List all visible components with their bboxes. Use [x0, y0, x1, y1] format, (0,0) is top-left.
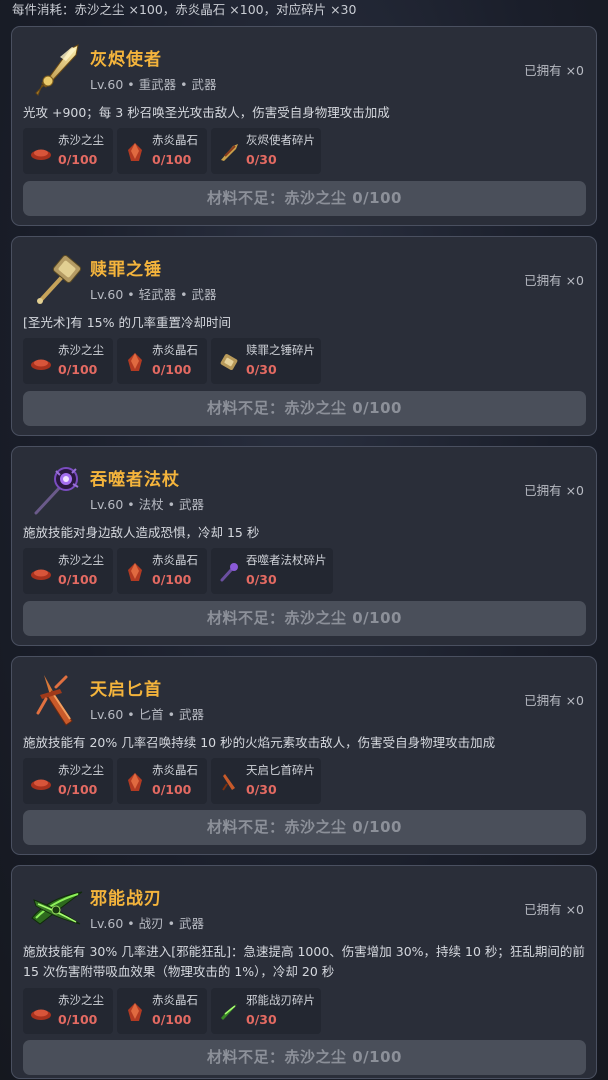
material-item: 吞噬者法杖碎片 0/30: [211, 548, 333, 594]
weapon-description: 施放技能对身边敌人造成恐惧，冷却 15 秒: [23, 525, 260, 540]
owned-count: 已拥有 ×0: [524, 693, 584, 708]
materials-row: 赤沙之尘 0/100 赤炎晶石 0/100 吞噬者法杖碎片 0/30: [23, 548, 333, 594]
red-sand-icon: [29, 140, 53, 164]
owned-count: 已拥有 ×0: [524, 902, 584, 917]
material-item: 赤炎晶石 0/100: [117, 128, 207, 174]
materials-row: 赤沙之尘 0/100 赤炎晶石 0/100 天启匕首碎片 0/30: [23, 758, 321, 804]
material-item: 灰烬使者碎片 0/30: [211, 128, 321, 174]
material-item: 邪能战刃碎片 0/30: [211, 988, 321, 1034]
warglaive-shard-icon: [217, 1000, 241, 1024]
red-sand-icon: [29, 350, 53, 374]
material-item: 赤炎晶石 0/100: [117, 548, 207, 594]
red-crystal-icon: [123, 350, 147, 374]
red-crystal-icon: [123, 140, 147, 164]
material-item: 赤沙之尘 0/100: [23, 338, 113, 384]
red-crystal-icon: [123, 770, 147, 794]
material-item: 赎罪之锤碎片 0/30: [211, 338, 321, 384]
material-item: 天启匕首碎片 0/30: [211, 758, 321, 804]
weapon-card-dagger: 天启匕首 Lv.60 • 匕首 • 武器 已拥有 ×0 施放技能有 20% 几率…: [11, 656, 597, 855]
red-sand-icon: [29, 770, 53, 794]
weapon-description: 施放技能有 30% 几率进入[邪能狂乱]：急速提高 1000、伤害增加 30%，…: [23, 944, 585, 979]
craft-button[interactable]: 材料不足：赤沙之尘 0/100: [23, 1040, 586, 1075]
material-item: 赤炎晶石 0/100: [117, 988, 207, 1034]
owned-count: 已拥有 ×0: [524, 63, 584, 78]
ashbringer-shard-icon: [217, 140, 241, 164]
material-item: 赤沙之尘 0/100: [23, 548, 113, 594]
owned-count: 已拥有 ×0: [524, 273, 584, 288]
weapon-description: 光攻 +900；每 3 秒召唤圣光攻击敌人，伤害受自身物理攻击加成: [23, 105, 390, 120]
weapon-description: [圣光术]有 15% 的几率重置冷却时间: [23, 315, 231, 330]
weapon-name: 天启匕首: [90, 680, 162, 700]
hammer-icon: [26, 249, 88, 311]
staff-shard-icon: [217, 560, 241, 584]
hammer-shard-icon: [217, 350, 241, 374]
weapon-card-warglaive: 邪能战刃 Lv.60 • 战刃 • 武器 已拥有 ×0 施放技能有 30% 几率…: [11, 865, 597, 1079]
red-sand-icon: [29, 1000, 53, 1024]
craft-button[interactable]: 材料不足：赤沙之尘 0/100: [23, 181, 586, 216]
materials-row: 赤沙之尘 0/100 赤炎晶石 0/100 灰烬使者碎片 0/30: [23, 128, 321, 174]
cost-summary-text: 每件消耗：赤沙之尘 ×100，赤炎晶石 ×100，对应碎片 ×30: [12, 2, 357, 17]
weapon-name: 邪能战刃: [90, 889, 162, 909]
weapon-meta: Lv.60 • 战刃 • 武器: [90, 916, 204, 931]
weapon-card-hammer: 赎罪之锤 Lv.60 • 轻武器 • 武器 已拥有 ×0 [圣光术]有 15% …: [11, 236, 597, 436]
material-item: 赤沙之尘 0/100: [23, 758, 113, 804]
weapon-name: 赎罪之锤: [90, 260, 162, 280]
weapon-card-ashbringer: 灰烬使者 Lv.60 • 重武器 • 武器 已拥有 ×0 光攻 +900；每 3…: [11, 26, 597, 226]
material-item: 赤炎晶石 0/100: [117, 338, 207, 384]
weapon-name: 吞噬者法杖: [90, 470, 180, 490]
craft-button[interactable]: 材料不足：赤沙之尘 0/100: [23, 810, 586, 845]
material-item: 赤沙之尘 0/100: [23, 988, 113, 1034]
materials-row: 赤沙之尘 0/100 赤炎晶石 0/100 赎罪之锤碎片 0/30: [23, 338, 321, 384]
red-crystal-icon: [123, 1000, 147, 1024]
weapon-meta: Lv.60 • 轻武器 • 武器: [90, 287, 217, 302]
ashbringer-icon: [26, 39, 88, 101]
dagger-shard-icon: [217, 770, 241, 794]
red-crystal-icon: [123, 560, 147, 584]
warglaive-icon: [26, 878, 88, 940]
craft-button[interactable]: 材料不足：赤沙之尘 0/100: [23, 601, 586, 636]
staff-icon: [26, 459, 88, 521]
weapon-meta: Lv.60 • 重武器 • 武器: [90, 77, 217, 92]
craft-button[interactable]: 材料不足：赤沙之尘 0/100: [23, 391, 586, 426]
dagger-icon: [26, 669, 88, 731]
material-item: 赤炎晶石 0/100: [117, 758, 207, 804]
weapon-card-staff: 吞噬者法杖 Lv.60 • 法杖 • 武器 已拥有 ×0 施放技能对身边敌人造成…: [11, 446, 597, 646]
owned-count: 已拥有 ×0: [524, 483, 584, 498]
cost-summary: 每件消耗：赤沙之尘 ×100，赤炎晶石 ×100，对应碎片 ×30: [0, 0, 608, 22]
red-sand-icon: [29, 560, 53, 584]
materials-row: 赤沙之尘 0/100 赤炎晶石 0/100 邪能战刃碎片 0/30: [23, 988, 321, 1034]
material-item: 赤沙之尘 0/100: [23, 128, 113, 174]
weapon-meta: Lv.60 • 法杖 • 武器: [90, 497, 204, 512]
weapon-description: 施放技能有 20% 几率召唤持续 10 秒的火焰元素攻击敌人，伤害受自身物理攻击…: [23, 735, 496, 750]
weapon-name: 灰烬使者: [90, 50, 162, 70]
weapon-meta: Lv.60 • 匕首 • 武器: [90, 707, 204, 722]
